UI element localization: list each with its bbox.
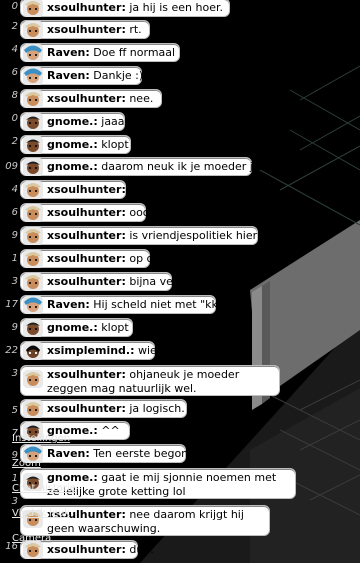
chat-bubble[interactable]: Raven: Hij scheld niet met "kk". xyxy=(20,295,226,314)
menu-chat-history-link[interactable]: Chat historie xyxy=(12,483,76,494)
message-timestamp: 2 xyxy=(11,21,18,32)
chat-bubble[interactable]: xsoulhunter: bijna vergeten. xyxy=(20,272,213,291)
chat-username[interactable]: gnome.: xyxy=(47,321,98,334)
user-avatar-icon[interactable] xyxy=(23,399,43,418)
message-timestamp: 0 xyxy=(11,113,18,124)
chat-message-text: Doe ff normaal xyxy=(89,46,176,59)
chat-username[interactable]: xsoulhunter: xyxy=(47,1,126,14)
message-timestamp: 6 xyxy=(11,67,18,78)
chat-message-text: ja hij is een hoer. xyxy=(125,1,223,14)
room-side-menu: Instellingen Zoom Chat historie Vind ik leu… xyxy=(0,430,90,560)
chat-username[interactable]: xsoulhunter: xyxy=(47,92,126,105)
chat-message-text: duh. xyxy=(125,543,154,556)
message-timestamp: 9 xyxy=(11,322,18,333)
user-avatar-icon[interactable] xyxy=(23,112,43,131)
chat-bubble[interactable]: xsoulhunter: is vriendjespolitiek hier h… xyxy=(20,226,278,245)
menu-like-link[interactable]: Vind ik leuk xyxy=(12,508,70,519)
chat-message-text: is vriendjespolitiek hier he. xyxy=(125,229,278,242)
chat-message-text: daarom neuk ik je moeder jesse xyxy=(97,160,278,173)
user-avatar-icon[interactable] xyxy=(23,0,43,17)
chat-message-text: rt. xyxy=(125,23,142,36)
chat-username[interactable]: gnome.: xyxy=(47,115,98,128)
user-avatar-icon[interactable] xyxy=(23,341,43,360)
chat-bubble[interactable]: xsoulhunter: ja hij is een hoer. xyxy=(20,0,230,17)
chat-message-text: Dankje :) xyxy=(89,69,144,82)
chat-bubble[interactable]: gnome.: klopt xyxy=(20,135,131,154)
message-timestamp: 22 xyxy=(5,345,18,356)
chat-message-text: nee. xyxy=(125,92,154,105)
chat-username[interactable]: xsoulhunter: xyxy=(47,402,126,415)
chat-username[interactable]: gnome.: xyxy=(47,138,98,151)
user-avatar-icon[interactable] xyxy=(23,295,43,314)
chat-message-text: ja. xyxy=(125,183,143,196)
message-timestamp: 4 xyxy=(11,44,18,55)
menu-settings-link[interactable]: Instellingen xyxy=(12,433,70,444)
message-timestamp: 1 xyxy=(11,253,18,264)
menu-camera-link[interactable]: Camera xyxy=(12,533,51,544)
chat-message-text: klopt xyxy=(97,138,129,151)
user-avatar-icon[interactable] xyxy=(23,203,43,222)
chat-bubble[interactable]: xsimplemind.: wie. xyxy=(20,341,160,360)
chat-username[interactable]: xsoulhunter: xyxy=(47,206,126,219)
message-timestamp: 8 xyxy=(11,90,18,101)
chat-username[interactable]: xsoulhunter: xyxy=(47,183,126,196)
chat-username[interactable]: Raven: xyxy=(47,298,90,311)
user-avatar-icon[interactable] xyxy=(23,272,43,291)
message-timestamp: 3 xyxy=(11,276,18,287)
user-avatar-icon[interactable] xyxy=(23,43,43,62)
message-timestamp: 3 xyxy=(11,368,18,379)
user-avatar-icon[interactable] xyxy=(23,226,43,245)
chat-message-text: Ten eerste begon jij? xyxy=(89,447,207,460)
message-timestamp: 4 xyxy=(11,184,18,195)
chat-bubble[interactable]: gnome.: jaaa xyxy=(20,112,125,131)
chat-bubble[interactable]: xsoulhunter: ja logisch. xyxy=(20,399,187,418)
user-avatar-icon[interactable] xyxy=(23,157,43,176)
chat-username[interactable]: gnome.: xyxy=(47,160,98,173)
chat-username[interactable]: xsimplemind.: xyxy=(47,344,135,357)
user-avatar-icon[interactable] xyxy=(23,135,43,154)
chat-bubble[interactable]: xsoulhunter: op cw. xyxy=(20,249,164,268)
chat-bubble[interactable]: Raven: Doe ff normaal xyxy=(20,43,180,62)
chat-bubble[interactable]: xsoulhunter: ja. xyxy=(20,180,143,199)
chat-username[interactable]: Raven: xyxy=(47,46,90,59)
chat-bubble[interactable]: Raven: Dankje :) xyxy=(20,66,144,85)
chat-username[interactable]: xsoulhunter: xyxy=(47,229,126,242)
chat-message-text: wie. xyxy=(134,344,161,357)
user-avatar-icon[interactable] xyxy=(23,249,43,268)
menu-zoom-link[interactable]: Zoom xyxy=(12,458,41,469)
chat-message-text: op cw. xyxy=(125,252,165,265)
chat-bubble[interactable]: gnome.: klopt xyxy=(20,318,133,337)
chat-message-text: ^^ xyxy=(97,424,120,437)
chat-username[interactable]: xsoulhunter: xyxy=(47,275,126,288)
message-timestamp: 2 xyxy=(11,136,18,147)
message-timestamp: 17 xyxy=(5,299,18,310)
chat-username[interactable]: xsoulhunter: xyxy=(47,368,126,381)
chat-bubble[interactable]: xsoulhunter: ohjaneuk je moeder zeggen m… xyxy=(20,365,280,396)
chat-message-text: ja logisch. xyxy=(125,402,185,415)
chat-message-text: bijna vergeten. xyxy=(125,275,213,288)
message-timestamp: 9 xyxy=(11,230,18,241)
message-timestamp: 6 xyxy=(11,207,18,218)
chat-bubble[interactable]: gnome.: daarom neuk ik je moeder jesse xyxy=(20,157,278,176)
user-avatar-icon[interactable] xyxy=(23,180,43,199)
room-view[interactable]: 0 2 4 6 8 0 2 09 4 6 9 1 3 17 9 22 3 5 7 9 1 3 16 xsoulhunter:… xyxy=(0,0,360,563)
user-avatar-icon[interactable] xyxy=(23,318,43,337)
user-avatar-icon[interactable] xyxy=(23,20,43,39)
chat-username[interactable]: xsoulhunter: xyxy=(47,23,126,36)
chat-message-text: jaaa xyxy=(97,115,125,128)
chat-username[interactable]: Raven: xyxy=(47,69,90,82)
message-timestamp: 09 xyxy=(5,161,18,172)
user-avatar-icon[interactable] xyxy=(23,370,43,388)
chat-message-text: ooohja xyxy=(125,206,167,219)
chat-username[interactable]: xsoulhunter: xyxy=(47,252,126,265)
chat-bubble[interactable]: xsoulhunter: ooohja xyxy=(20,203,166,222)
chat-message-text: Hij scheld niet met "kk". xyxy=(89,298,227,311)
chat-message-text: klopt xyxy=(97,321,129,334)
user-avatar-icon[interactable] xyxy=(23,66,43,85)
user-avatar-icon[interactable] xyxy=(23,89,43,108)
chat-bubble[interactable]: xsoulhunter: nee. xyxy=(20,89,162,108)
message-timestamp: 5 xyxy=(11,405,18,416)
chat-bubble[interactable]: xsoulhunter: rt. xyxy=(20,20,150,39)
message-timestamp: 0 xyxy=(11,1,18,12)
